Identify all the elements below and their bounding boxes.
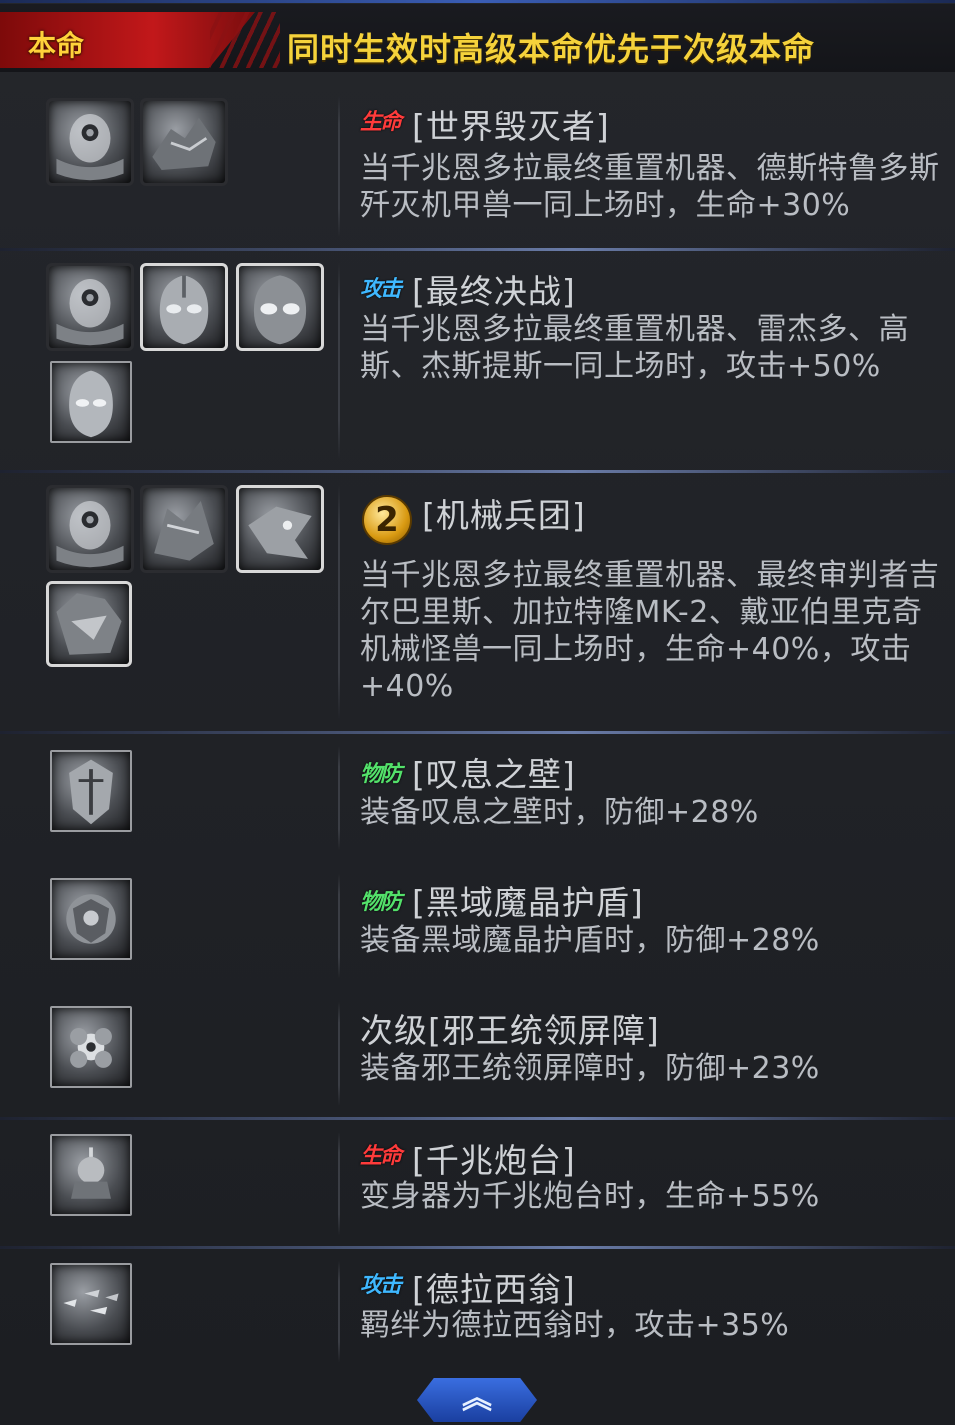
bond-row: 次级[邪王统领屏障] 装备邪王统领屏障时，防御+23% xyxy=(0,990,955,1118)
monster-icon[interactable] xyxy=(46,581,132,667)
bond-name: [最终决战] xyxy=(412,272,576,311)
bond-name: [黑域魔晶护盾] xyxy=(412,883,644,922)
bond-row: 物防 [叹息之壁] 装备叹息之壁时，防御+28% xyxy=(0,734,955,862)
header-tag-label: 本命 xyxy=(28,29,85,62)
fleet-icon[interactable] xyxy=(50,1263,132,1345)
bond-desc: 当千兆恩多拉最终重置机器、最终审判者吉尔巴里斯、加拉特隆MK-2、戴亚伯里克奇机… xyxy=(360,558,940,704)
bond-desc: 羁绊为德拉西翁时，攻击+35% xyxy=(360,1308,790,1343)
shield-icon[interactable] xyxy=(50,750,132,832)
bond-row: 攻击 [最终决战] 当千兆恩多拉最终重置机器、雷杰多、高斯、杰斯提斯一同上场时，… xyxy=(0,251,955,471)
row-divider xyxy=(338,1132,340,1235)
egg-robot-icon[interactable] xyxy=(46,485,134,573)
ultraman-icon[interactable] xyxy=(140,263,228,351)
bond-desc: 装备叹息之壁时，防御+28% xyxy=(360,795,759,830)
life-badge: 生命 xyxy=(360,110,402,135)
row-divider xyxy=(338,874,340,978)
header-tag-stripes xyxy=(210,12,280,68)
bond-name: [德拉西翁] xyxy=(412,1270,576,1309)
bond-row: 2 [机械兵团] 当千兆恩多拉最终重置机器、最终审判者吉尔巴里斯、加拉特隆MK-… xyxy=(0,473,955,731)
row-divider xyxy=(338,746,340,850)
bond-name: 次级[邪王统领屏障] xyxy=(360,1011,660,1050)
egg-robot-icon[interactable] xyxy=(46,98,134,186)
level-coin-icon: 2 xyxy=(362,495,412,545)
ultraman-icon[interactable] xyxy=(50,361,132,443)
row-divider xyxy=(338,96,340,237)
row-divider xyxy=(338,263,340,459)
bond-row: 生命 [千兆炮台] 变身器为千兆炮台时，生命+55% xyxy=(0,1120,955,1247)
life-badge: 生命 xyxy=(360,1144,402,1169)
row-divider xyxy=(338,485,340,719)
bond-desc: 装备黑域魔晶护盾时，防御+28% xyxy=(360,923,820,958)
collapse-button[interactable]: ︽ xyxy=(417,1378,537,1422)
bond-desc: 当千兆恩多拉最终重置机器、德斯特鲁多斯歼灭机甲兽一同上场时，生命+30% xyxy=(360,151,940,223)
bond-name: [世界毁灭者] xyxy=(412,107,610,146)
row-divider xyxy=(338,1002,340,1106)
monster-icon[interactable] xyxy=(140,98,228,186)
bond-row: 生命 [世界毁灭者] 当千兆恩多拉最终重置机器、德斯特鲁多斯歼灭机甲兽一同上场时… xyxy=(0,84,955,249)
defense-badge: 物防 xyxy=(360,762,402,787)
bond-name: [叹息之壁] xyxy=(412,755,576,794)
bond-row: 攻击 [德拉西翁] 羁绊为德拉西翁时，攻击+35% xyxy=(0,1249,955,1374)
bond-desc: 当千兆恩多拉最终重置机器、雷杰多、高斯、杰斯提斯一同上场时，攻击+50% xyxy=(360,312,909,384)
flower-shield-icon[interactable] xyxy=(50,1006,132,1088)
turret-icon[interactable] xyxy=(50,1134,132,1216)
monster-icon[interactable] xyxy=(140,485,228,573)
bond-row: 物防 [黑域魔晶护盾] 装备黑域魔晶护盾时，防御+28% xyxy=(0,862,955,990)
monster-icon[interactable] xyxy=(236,485,324,573)
attack-badge: 攻击 xyxy=(360,1273,402,1298)
ultraman-icon[interactable] xyxy=(236,263,324,351)
bond-name: [机械兵团] xyxy=(422,496,586,535)
attack-badge: 攻击 xyxy=(360,277,402,302)
egg-robot-icon[interactable] xyxy=(46,263,134,351)
chevron-up-icon: ︽ xyxy=(462,1381,492,1416)
shield-icon[interactable] xyxy=(50,878,132,960)
bond-name: [千兆炮台] xyxy=(412,1141,576,1180)
bond-desc: 装备邪王统领屏障时，防御+23% xyxy=(360,1051,820,1086)
defense-badge: 物防 xyxy=(360,890,402,915)
header-title: 同时生效时高级本命优先于次级本命 xyxy=(287,30,816,68)
panel-header: 本命 同时生效时高级本命优先于次级本命 xyxy=(0,4,955,72)
row-divider xyxy=(338,1261,340,1362)
bond-panel: 本命 同时生效时高级本命优先于次级本命 生命 [世界毁灭者] 当千兆恩多拉最终重… xyxy=(0,0,955,1425)
bond-desc: 变身器为千兆炮台时，生命+55% xyxy=(360,1179,820,1214)
